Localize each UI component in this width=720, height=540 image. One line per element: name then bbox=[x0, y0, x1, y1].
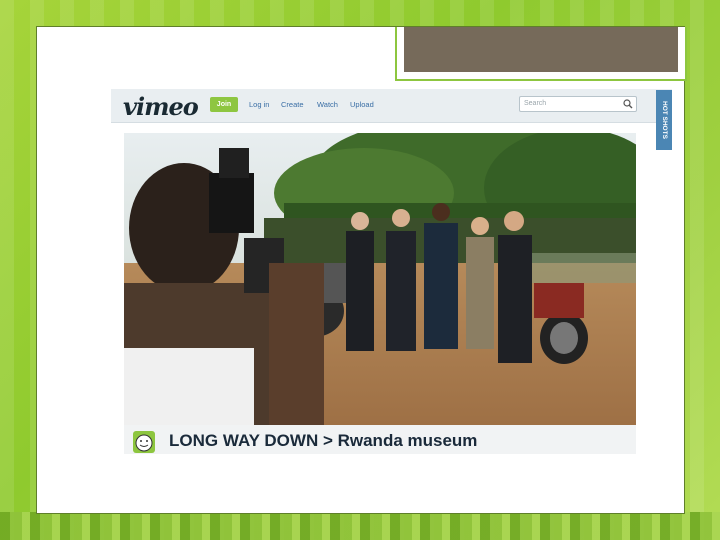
bottom-decorative-band bbox=[0, 512, 720, 540]
side-tab[interactable]: HOT SHOTS bbox=[656, 90, 672, 150]
title-placeholder-frame bbox=[395, 27, 687, 81]
vimeo-logo[interactable]: vimeo bbox=[123, 92, 199, 121]
video-frame-image bbox=[124, 133, 636, 425]
video-caption: LONG WAY DOWN > Rwanda museum bbox=[169, 431, 478, 450]
search-icon[interactable] bbox=[623, 99, 633, 109]
vimeo-header: vimeo Join Log in Create Watch Upload Se… bbox=[111, 89, 672, 123]
caption-bar: LONG WAY DOWN > Rwanda museum bbox=[124, 425, 636, 454]
nav-login[interactable]: Log in bbox=[249, 100, 269, 109]
search-placeholder: Search bbox=[524, 100, 547, 107]
nav-upload[interactable]: Upload bbox=[350, 100, 374, 109]
search-input[interactable]: Search bbox=[519, 96, 637, 112]
nav-create[interactable]: Create bbox=[281, 100, 304, 109]
title-placeholder-fill bbox=[404, 27, 678, 72]
join-button[interactable]: Join bbox=[210, 97, 238, 112]
nav-watch[interactable]: Watch bbox=[317, 100, 338, 109]
face-icon bbox=[133, 431, 155, 453]
video-player[interactable] bbox=[124, 133, 636, 425]
